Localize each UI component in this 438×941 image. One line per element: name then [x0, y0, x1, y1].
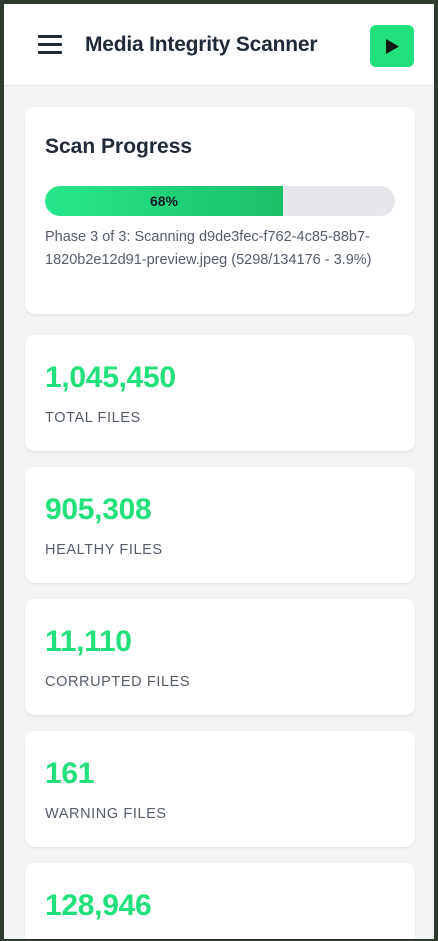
stat-label: CORRUPTED FILES — [45, 674, 191, 690]
stat-value: 11,110 — [45, 625, 132, 658]
stat-label: WARNING FILES — [45, 806, 167, 822]
progress-percent-label: 68% — [149, 193, 179, 209]
stat-card-total: 1,045,450 TOTAL FILES — [25, 335, 415, 451]
stat-label: TOTAL FILES — [45, 410, 141, 426]
stat-value: 905,308 — [45, 493, 152, 526]
play-icon — [386, 39, 399, 54]
hamburger-menu-icon[interactable] — [38, 35, 62, 55]
start-scan-button[interactable] — [370, 25, 414, 67]
stat-card-other: 128,946 — [25, 863, 415, 939]
stat-card-warning: 161 WARNING FILES — [25, 731, 415, 847]
stat-value: 161 — [45, 757, 95, 790]
stat-label: HEALTHY FILES — [45, 542, 163, 558]
scan-progress-card: Scan Progress 68% Phase 3 of 3: Scanning… — [25, 107, 415, 314]
scan-phase-status: Phase 3 of 3: Scanning d9de3fec-f762-4c8… — [45, 229, 372, 268]
app-frame: Media Integrity Scanner Scan Progress 68… — [4, 4, 434, 939]
stat-value: 128,946 — [45, 889, 152, 922]
stat-card-healthy: 905,308 HEALTHY FILES — [25, 467, 415, 583]
scan-progress-title: Scan Progress — [45, 135, 193, 158]
stat-value: 1,045,450 — [45, 361, 176, 394]
stat-card-corrupted: 11,110 CORRUPTED FILES — [25, 599, 415, 715]
progress-bar: 68% — [45, 186, 395, 216]
app-header: Media Integrity Scanner — [4, 4, 434, 86]
app-title: Media Integrity Scanner — [85, 33, 318, 56]
